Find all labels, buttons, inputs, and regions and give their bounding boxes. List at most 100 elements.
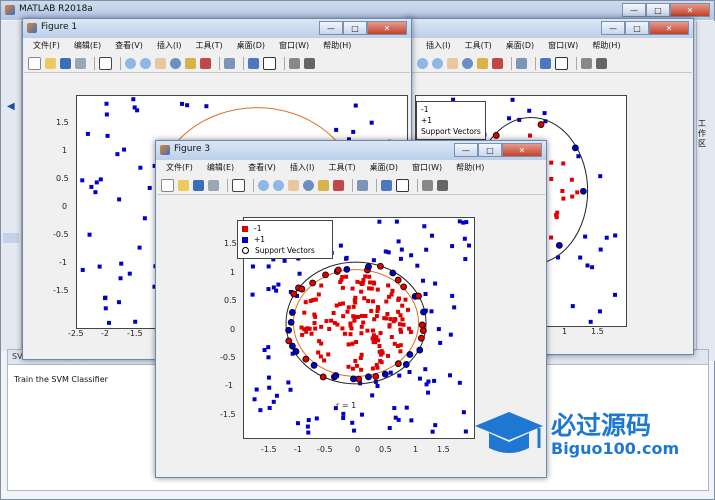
fig2-menu-insert[interactable]: 插入(I) xyxy=(419,38,458,54)
save-icon[interactable] xyxy=(193,179,204,191)
support-vector xyxy=(343,266,351,273)
fig2-maximize-button[interactable]: □ xyxy=(625,21,649,35)
legend-icon[interactable] xyxy=(263,56,276,70)
data-cursor-icon[interactable] xyxy=(318,179,329,191)
maximize-button[interactable]: □ xyxy=(646,3,670,17)
save-icon[interactable] xyxy=(60,57,71,69)
fig1-maximize-button[interactable]: □ xyxy=(343,21,367,35)
open-icon[interactable] xyxy=(178,179,189,191)
pos-point xyxy=(432,378,437,383)
fig3-menu-file[interactable]: 文件(F) xyxy=(159,160,200,176)
pan-icon[interactable] xyxy=(447,57,458,69)
fig1-menu-help[interactable]: 帮助(H) xyxy=(316,38,358,54)
zoom-out-icon[interactable] xyxy=(432,57,443,69)
fig1-xtick: -2 xyxy=(101,329,109,338)
pan-icon[interactable] xyxy=(155,57,166,69)
toolbar-separator xyxy=(417,178,418,192)
fig3-menu-help[interactable]: 帮助(H) xyxy=(449,160,491,176)
zoom-out-icon[interactable] xyxy=(140,57,151,69)
neg-point xyxy=(570,194,575,199)
fig2-menu-desktop[interactable]: 桌面(D) xyxy=(499,38,541,54)
fig1-menu-tools[interactable]: 工具(T) xyxy=(188,38,229,54)
fig2-toolbar xyxy=(407,54,692,73)
fig2-close-button[interactable]: ✕ xyxy=(649,21,689,35)
legend-icon[interactable] xyxy=(396,178,409,192)
print-icon[interactable] xyxy=(75,57,86,69)
neg-point xyxy=(386,283,391,288)
fig1-minimize-button[interactable]: — xyxy=(319,21,343,35)
fig3-menu-window[interactable]: 窗口(W) xyxy=(405,160,449,176)
fig3-minimize-button[interactable]: — xyxy=(454,143,478,157)
toolbar-separator xyxy=(94,56,95,70)
brush-icon[interactable] xyxy=(333,179,344,191)
colorbar-icon[interactable] xyxy=(381,179,392,191)
fig3-legend: -1 +1 Support Vectors xyxy=(237,220,333,259)
edit-plot-icon[interactable] xyxy=(232,178,245,192)
close-button[interactable]: ✕ xyxy=(670,3,710,17)
support-vector xyxy=(292,348,300,355)
pos-point xyxy=(137,245,142,250)
pos-point xyxy=(407,370,412,375)
pan-icon[interactable] xyxy=(288,179,299,191)
fig2-menu-tools[interactable]: 工具(T) xyxy=(458,38,499,54)
fig2-minimize-button[interactable]: — xyxy=(601,21,625,35)
hide-tools-icon[interactable] xyxy=(422,179,433,191)
data-cursor-icon[interactable] xyxy=(477,57,488,69)
brush-icon[interactable] xyxy=(492,57,503,69)
print-icon[interactable] xyxy=(208,179,219,191)
fig1-menu-desktop[interactable]: 桌面(D) xyxy=(230,38,272,54)
fig2-menu-help[interactable]: 帮助(H) xyxy=(585,38,627,54)
new-figure-icon[interactable] xyxy=(161,178,174,192)
fig3-ytick: 0.5 xyxy=(224,296,237,305)
link-icon[interactable] xyxy=(516,57,527,69)
new-figure-icon[interactable] xyxy=(28,56,41,70)
fig3-menu-edit[interactable]: 编辑(E) xyxy=(200,160,241,176)
dock-icon[interactable] xyxy=(304,57,315,69)
fig3-menu-tools[interactable]: 工具(T) xyxy=(321,160,362,176)
dock-icon[interactable] xyxy=(437,179,448,191)
fig1-menu-edit[interactable]: 编辑(E) xyxy=(67,38,108,54)
link-icon[interactable] xyxy=(224,57,235,69)
fig2-menu-window[interactable]: 窗口(W) xyxy=(541,38,585,54)
hide-tools-icon[interactable] xyxy=(581,57,592,69)
fig3-menu-view[interactable]: 查看(V) xyxy=(241,160,283,176)
open-icon[interactable] xyxy=(45,57,56,69)
legend-icon[interactable] xyxy=(555,56,568,70)
fig3-menu-desktop[interactable]: 桌面(D) xyxy=(363,160,405,176)
dock-icon[interactable] xyxy=(596,57,607,69)
rotate-icon[interactable] xyxy=(170,57,181,69)
neg-point xyxy=(338,280,343,285)
edit-plot-icon[interactable] xyxy=(99,56,112,70)
zoom-in-icon[interactable] xyxy=(125,57,136,69)
rotate-icon[interactable] xyxy=(303,179,314,191)
fig3-close-button[interactable]: ✕ xyxy=(502,143,542,157)
neg-point xyxy=(346,364,351,369)
rotate-icon[interactable] xyxy=(462,57,473,69)
fig1-menu-view[interactable]: 查看(V) xyxy=(108,38,150,54)
nav-back-icon[interactable]: ◀ xyxy=(7,101,15,112)
pos-point xyxy=(116,300,121,305)
neg-point xyxy=(549,235,554,240)
zoom-in-icon[interactable] xyxy=(417,57,428,69)
data-cursor-icon[interactable] xyxy=(185,57,196,69)
link-icon[interactable] xyxy=(357,179,368,191)
pos-point xyxy=(250,292,255,297)
workspace-side-tab[interactable]: 工作区 xyxy=(698,119,710,149)
pos-point xyxy=(371,258,376,263)
brush-icon[interactable] xyxy=(200,57,211,69)
pos-point xyxy=(204,104,209,109)
minimize-button[interactable]: — xyxy=(622,3,646,17)
colorbar-icon[interactable] xyxy=(540,57,551,69)
fig1-menu-window[interactable]: 窗口(W) xyxy=(272,38,316,54)
fig1-menu-insert[interactable]: 插入(I) xyxy=(150,38,189,54)
colorbar-icon[interactable] xyxy=(248,57,259,69)
fig3-maximize-button[interactable]: □ xyxy=(478,143,502,157)
fig3-menu-insert[interactable]: 插入(I) xyxy=(283,160,322,176)
fig1-close-button[interactable]: ✕ xyxy=(367,21,407,35)
fig1-menu-file[interactable]: 文件(F) xyxy=(26,38,67,54)
zoom-in-icon[interactable] xyxy=(258,179,269,191)
hide-tools-icon[interactable] xyxy=(289,57,300,69)
zoom-out-icon[interactable] xyxy=(273,179,284,191)
neg-point xyxy=(346,342,351,347)
neg-point xyxy=(379,352,384,357)
